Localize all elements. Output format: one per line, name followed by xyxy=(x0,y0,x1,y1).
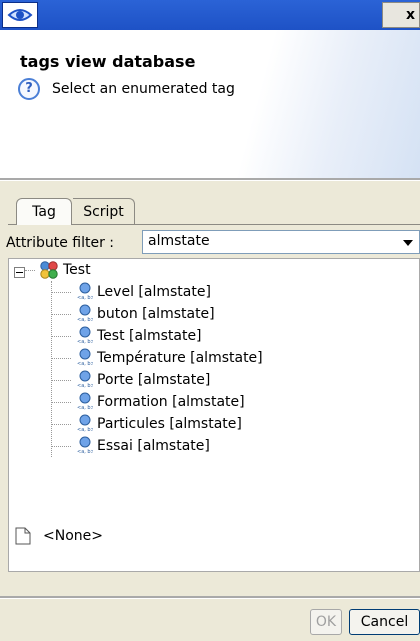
tree-connector xyxy=(25,270,35,271)
svg-text:<a, b>: <a, b> xyxy=(77,317,93,323)
attribute-filter-select[interactable]: almstate xyxy=(142,230,420,254)
tree-item-label: Température [almstate] xyxy=(97,350,263,366)
enumerated-tag-icon: <a, b> xyxy=(77,370,93,389)
chevron-down-icon[interactable] xyxy=(403,240,413,246)
ok-button[interactable]: OK xyxy=(310,609,342,635)
tree-item[interactable]: <a, b> Température [almstate] xyxy=(9,347,409,369)
svg-text:<a, b>: <a, b> xyxy=(77,405,93,411)
tree-item[interactable]: <a, b> Porte [almstate] xyxy=(9,369,409,391)
cancel-button[interactable]: Cancel xyxy=(349,609,420,635)
svg-text:<a, b>: <a, b> xyxy=(77,449,93,455)
tree-item-label: Test [almstate] xyxy=(97,328,202,344)
tree-item[interactable]: <a, b> Essai [almstate] xyxy=(9,435,409,457)
tree-item[interactable]: <a, b> Particules [almstate] xyxy=(9,413,409,435)
tree-item-none[interactable]: <None> xyxy=(9,525,409,547)
blank-page-icon xyxy=(15,527,31,545)
svg-text:<a, b>: <a, b> xyxy=(77,383,93,389)
tree-connector xyxy=(51,314,71,315)
tree-item[interactable]: <a, b> buton [almstate] xyxy=(9,303,409,325)
tree-connector xyxy=(51,424,71,425)
attribute-filter-label: Attribute filter : xyxy=(6,235,115,251)
tree-connector xyxy=(51,336,71,337)
tag-tree[interactable]: Test <a, b> Level [almstate] <a, b> buto… xyxy=(8,258,420,572)
tree-connector xyxy=(51,380,71,381)
svg-text:<a, b>: <a, b> xyxy=(77,339,93,345)
collapse-toggle-icon[interactable] xyxy=(14,267,25,278)
svg-text:<a, b>: <a, b> xyxy=(77,427,93,433)
tree-item-label: Porte [almstate] xyxy=(97,372,211,388)
tree-item-label: <None> xyxy=(43,528,103,544)
enumerated-tag-icon: <a, b> xyxy=(77,282,93,301)
tree-item-label: buton [almstate] xyxy=(97,306,215,322)
enumerated-tag-icon: <a, b> xyxy=(77,392,93,411)
window-title-bar[interactable]: x xyxy=(0,0,420,30)
tree-item-label: Level [almstate] xyxy=(97,284,211,300)
tree-connector xyxy=(51,358,71,359)
enumerated-tag-icon: <a, b> xyxy=(77,326,93,345)
app-eye-icon xyxy=(2,2,38,28)
tree-item[interactable]: <a, b> Level [almstate] xyxy=(9,281,409,303)
tab-tag[interactable]: Tag xyxy=(16,198,72,225)
tree-item-label: Essai [almstate] xyxy=(97,438,210,454)
tree-item-label: Particules [almstate] xyxy=(97,416,242,432)
tree-connector xyxy=(51,402,71,403)
svg-text:<a, b>: <a, b> xyxy=(77,295,93,301)
footer-separator xyxy=(0,596,420,599)
tree-connector xyxy=(51,446,71,447)
enumerated-tag-icon: <a, b> xyxy=(77,436,93,455)
question-circle-icon: ? xyxy=(18,78,40,100)
dialog-message: Select an enumerated tag xyxy=(52,81,235,97)
tree-item-label: Test xyxy=(63,262,91,278)
tree-item[interactable]: <a, b> Formation [almstate] xyxy=(9,391,409,413)
attribute-filter-value: almstate xyxy=(148,233,210,249)
tree-root-test[interactable]: Test xyxy=(9,259,409,281)
tag-group-icon xyxy=(40,261,58,279)
dialog-title: tags view database xyxy=(20,52,196,71)
enumerated-tag-icon: <a, b> xyxy=(77,348,93,367)
enumerated-tag-icon: <a, b> xyxy=(77,304,93,323)
tree-item-label: Formation [almstate] xyxy=(97,394,245,410)
enumerated-tag-icon: <a, b> xyxy=(77,414,93,433)
tree-connector xyxy=(51,292,71,293)
tab-script[interactable]: Script xyxy=(73,198,135,224)
tree-item[interactable]: <a, b> Test [almstate] xyxy=(9,325,409,347)
close-button[interactable]: x xyxy=(382,2,420,28)
svg-text:<a, b>: <a, b> xyxy=(77,361,93,367)
dialog-header: tags view database ? Select an enumerate… xyxy=(0,30,420,178)
